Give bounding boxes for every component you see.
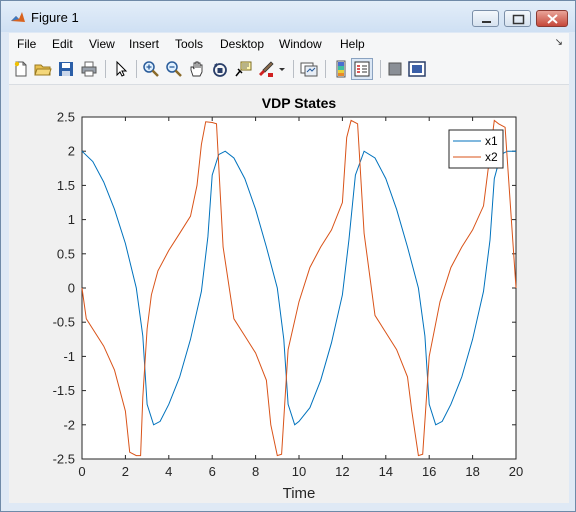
menu-edit[interactable]: Edit	[52, 37, 73, 51]
minimize-icon	[482, 21, 491, 23]
insert-colorbar-icon[interactable]	[332, 60, 350, 78]
menu-desktop[interactable]: Desktop	[220, 37, 264, 51]
hide-plot-tools-icon[interactable]	[386, 60, 404, 78]
show-plot-tools-icon[interactable]	[408, 60, 426, 78]
y-tick-label: -2.5	[53, 452, 75, 467]
link-plot-icon[interactable]	[300, 60, 318, 78]
window-title: Figure 1	[31, 10, 79, 25]
plot-svg: 0 2 4 6 8 10 12 14 16 18 20 -2.5 -2 -1.5 -1 -0.5 0 0.5 1 1.…	[53, 95, 524, 502]
menu-window[interactable]: Window	[279, 37, 322, 51]
y-tick-label: -1	[63, 349, 75, 364]
toolbar-separator	[325, 60, 326, 78]
x-tick-label: 0	[78, 464, 85, 479]
toolbar-separator	[380, 60, 381, 78]
x-tick-label: 18	[465, 464, 479, 479]
y-tick-label: 0	[68, 281, 75, 296]
y-tick-label: 2	[68, 144, 75, 159]
x-tick-label: 6	[209, 464, 216, 479]
zoom-out-icon[interactable]	[165, 60, 183, 78]
save-icon[interactable]	[57, 60, 75, 78]
chart-title: VDP States	[262, 95, 337, 111]
x-tick-label: 12	[335, 464, 349, 479]
maximize-icon	[512, 14, 525, 25]
menu-view[interactable]: View	[89, 37, 115, 51]
x-tick-label: 10	[292, 464, 306, 479]
matlab-logo-icon	[11, 12, 25, 22]
x-tick-label: 2	[122, 464, 129, 479]
open-file-icon[interactable]	[34, 60, 52, 78]
menu-help[interactable]: Help	[340, 37, 365, 51]
y-tick-label: 1.5	[57, 178, 75, 193]
figure-window: Figure 1 File Edit View Insert Tools Des…	[0, 0, 576, 512]
y-tick-label: 2.5	[57, 110, 75, 125]
close-button[interactable]	[536, 10, 568, 27]
brush-dropdown-icon[interactable]	[277, 60, 287, 78]
toolbar-separator	[293, 60, 294, 78]
data-cursor-icon[interactable]	[234, 60, 252, 78]
close-icon	[547, 14, 558, 24]
insert-legend-icon	[354, 61, 370, 77]
menu-insert[interactable]: Insert	[129, 37, 159, 51]
new-figure-icon[interactable]	[12, 60, 30, 78]
legend-label-x2: x2	[485, 150, 498, 164]
x-tick-label: 4	[165, 464, 172, 479]
x-axis-label: Time	[283, 485, 316, 502]
menu-bar: File Edit View Insert Tools Desktop Wind…	[9, 33, 569, 55]
y-tick-label: -1.5	[53, 383, 75, 398]
title-bar[interactable]: Figure 1	[1, 1, 575, 32]
x-tick-label: 8	[252, 464, 259, 479]
edit-plot-arrow-icon[interactable]	[112, 60, 130, 78]
x-tick-label: 16	[422, 464, 436, 479]
print-icon[interactable]	[80, 60, 98, 78]
figure-canvas: 0 2 4 6 8 10 12 14 16 18 20 -2.5 -2 -1.5 -1 -0.5 0 0.5 1 1.…	[9, 85, 569, 503]
toolbar-separator	[136, 60, 137, 78]
toolbar	[9, 55, 569, 85]
rotate-3d-icon[interactable]	[211, 60, 229, 78]
maximize-button[interactable]	[504, 10, 531, 27]
insert-legend-button[interactable]	[351, 58, 373, 80]
zoom-in-icon[interactable]	[142, 60, 160, 78]
brush-icon[interactable]	[257, 60, 275, 78]
menu-tools[interactable]: Tools	[175, 37, 203, 51]
x-tick-label: 14	[379, 464, 393, 479]
legend-label-x1: x1	[485, 134, 498, 148]
menu-dock-arrow-icon[interactable]: ↘	[555, 37, 563, 48]
y-tick-label: 0.5	[57, 246, 75, 261]
x-tick-label: 20	[509, 464, 523, 479]
y-tick-label: -2	[63, 417, 75, 432]
y-tick-label: -0.5	[53, 315, 75, 330]
minimize-button[interactable]	[472, 10, 499, 27]
pan-hand-icon[interactable]	[188, 60, 206, 78]
toolbar-separator	[105, 60, 106, 78]
menu-file[interactable]: File	[17, 37, 36, 51]
y-tick-label: 1	[68, 212, 75, 227]
